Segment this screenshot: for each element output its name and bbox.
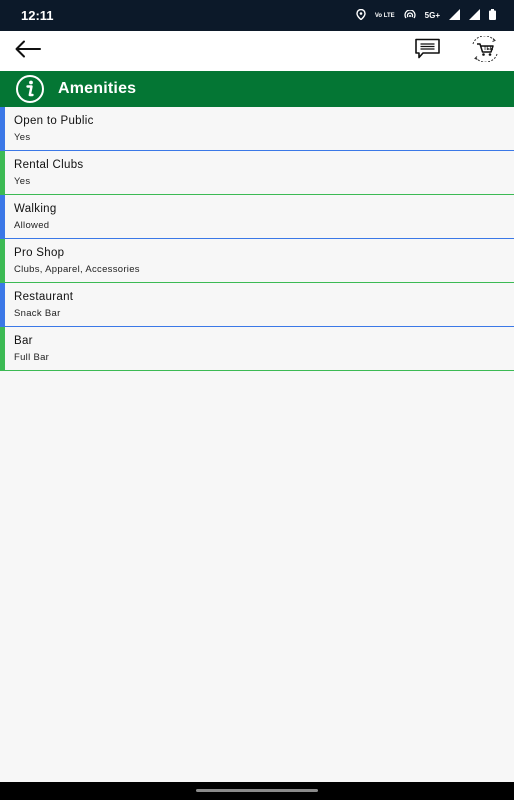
section-title: Amenities [58,80,137,97]
location-icon [356,8,366,22]
amenity-label: Rental Clubs [14,159,84,171]
chat-icon [414,38,441,65]
amenity-value: Full Bar [14,352,50,363]
row-accent-bar [0,327,5,370]
amenity-value: Yes [14,176,31,187]
cart-icon: TEE [469,34,501,67]
amenity-label: Open to Public [14,115,94,127]
app-bar: TEE [0,31,514,71]
row-accent-bar [0,195,5,238]
back-arrow-icon [15,40,41,63]
row-accent-bar [0,239,5,282]
amenity-list: Open to Public Yes Rental Clubs Yes Walk… [0,107,514,371]
amenity-label: Pro Shop [14,247,65,259]
amenity-value: Clubs, Apparel, Accessories [14,264,140,275]
battery-icon [489,9,496,22]
volte-icon: Vo LTE [374,12,395,19]
amenity-row-open-to-public: Open to Public Yes [0,107,514,151]
amenity-value: Yes [14,132,31,143]
chat-button[interactable] [412,37,442,65]
amenity-row-pro-shop: Pro Shop Clubs, Apparel, Accessories [0,239,514,283]
signal-icon [449,9,460,22]
svg-text:TEE: TEE [484,46,494,52]
row-accent-bar [0,151,5,194]
signal-icon [469,9,480,22]
row-accent-bar [0,283,5,326]
info-icon [15,74,45,104]
home-gesture-handle[interactable] [196,789,318,792]
amenity-value: Allowed [14,220,50,231]
amenity-label: Walking [14,203,57,215]
amenities-header: Amenities [0,71,514,107]
signal-5g-icon: 5G+ [424,10,440,20]
back-button[interactable] [12,37,44,65]
amenity-row-rental-clubs: Rental Clubs Yes [0,151,514,195]
status-bar: 12:11 Vo LTE 5G+ [0,0,514,31]
amenity-label: Restaurant [14,291,74,303]
status-time: 12:11 [21,8,54,23]
system-nav-bar [0,782,514,800]
amenity-row-restaurant: Restaurant Snack Bar [0,283,514,327]
row-accent-bar [0,107,5,150]
amenity-row-bar: Bar Full Bar [0,327,514,371]
status-icons: Vo LTE 5G+ [356,8,496,22]
cart-button[interactable]: TEE [468,34,502,67]
amenity-label: Bar [14,335,33,347]
amenity-value: Snack Bar [14,308,61,319]
amenity-row-walking: Walking Allowed [0,195,514,239]
hotspot-icon [404,8,416,22]
